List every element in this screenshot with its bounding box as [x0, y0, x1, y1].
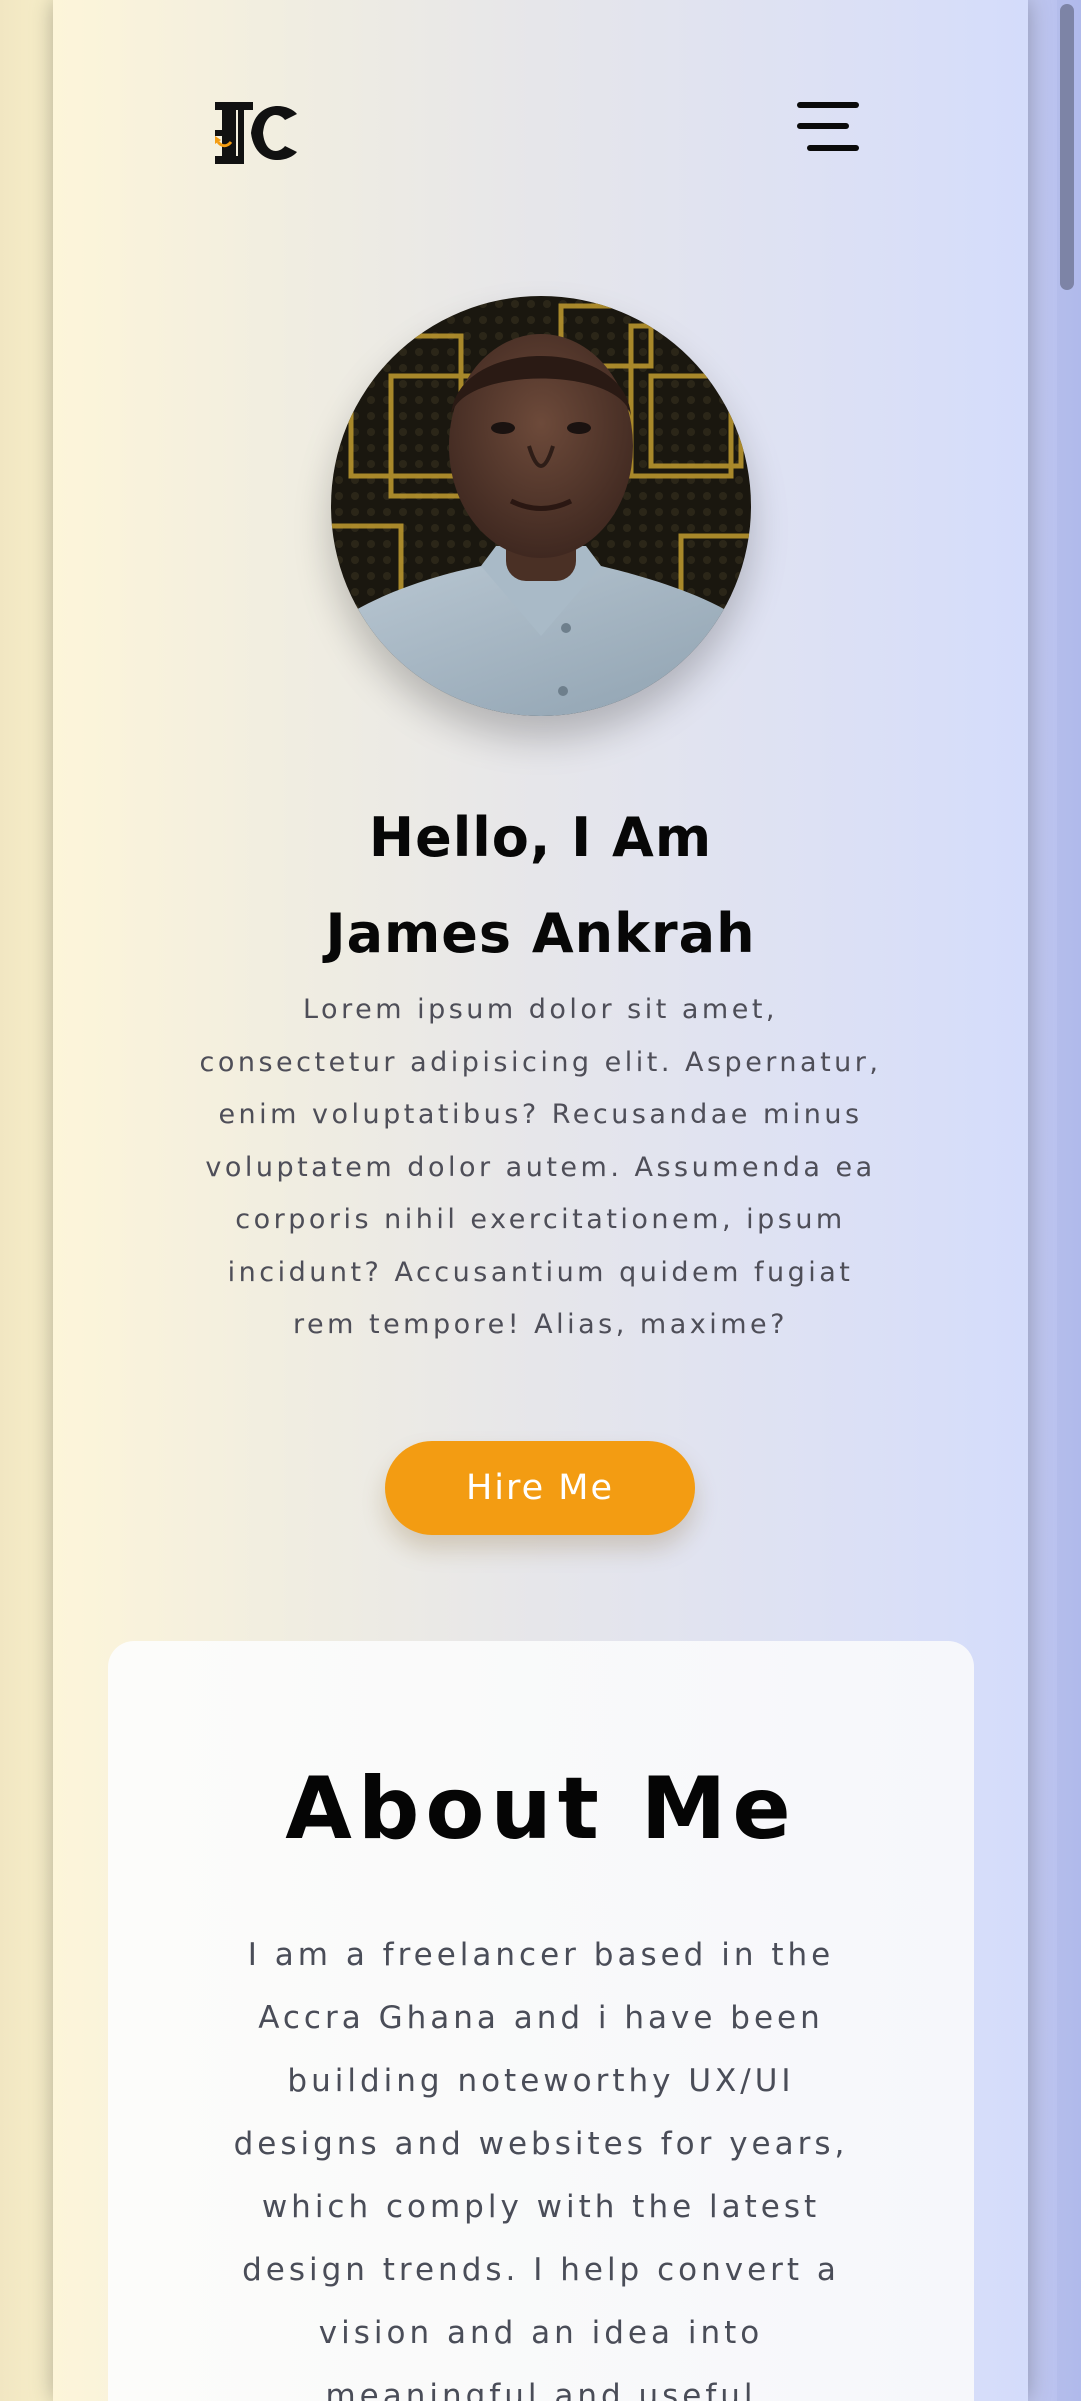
- about-text: I am a freelancer based in the Accra Gha…: [233, 1937, 849, 2401]
- page-container: Hello, I Am James Ankrah Lorem ipsum dol…: [53, 0, 1028, 2401]
- scrollbar-track[interactable]: [1057, 0, 1081, 2401]
- hero-name: James Ankrah: [325, 902, 756, 965]
- hire-me-button[interactable]: Hire Me: [385, 1441, 695, 1535]
- jc-logo-icon[interactable]: [213, 100, 299, 166]
- about-title: About Me: [285, 1759, 797, 1859]
- hamburger-menu-icon[interactable]: [793, 98, 865, 158]
- scrollbar-thumb[interactable]: [1060, 4, 1074, 290]
- hero-greeting: Hello, I Am: [368, 806, 713, 869]
- profile-photo: [331, 296, 751, 716]
- hero-intro-text: Lorem ipsum dolor sit amet, consectetur …: [199, 994, 882, 1340]
- about-card: About Me I am a freelancer based in the …: [108, 1641, 974, 2401]
